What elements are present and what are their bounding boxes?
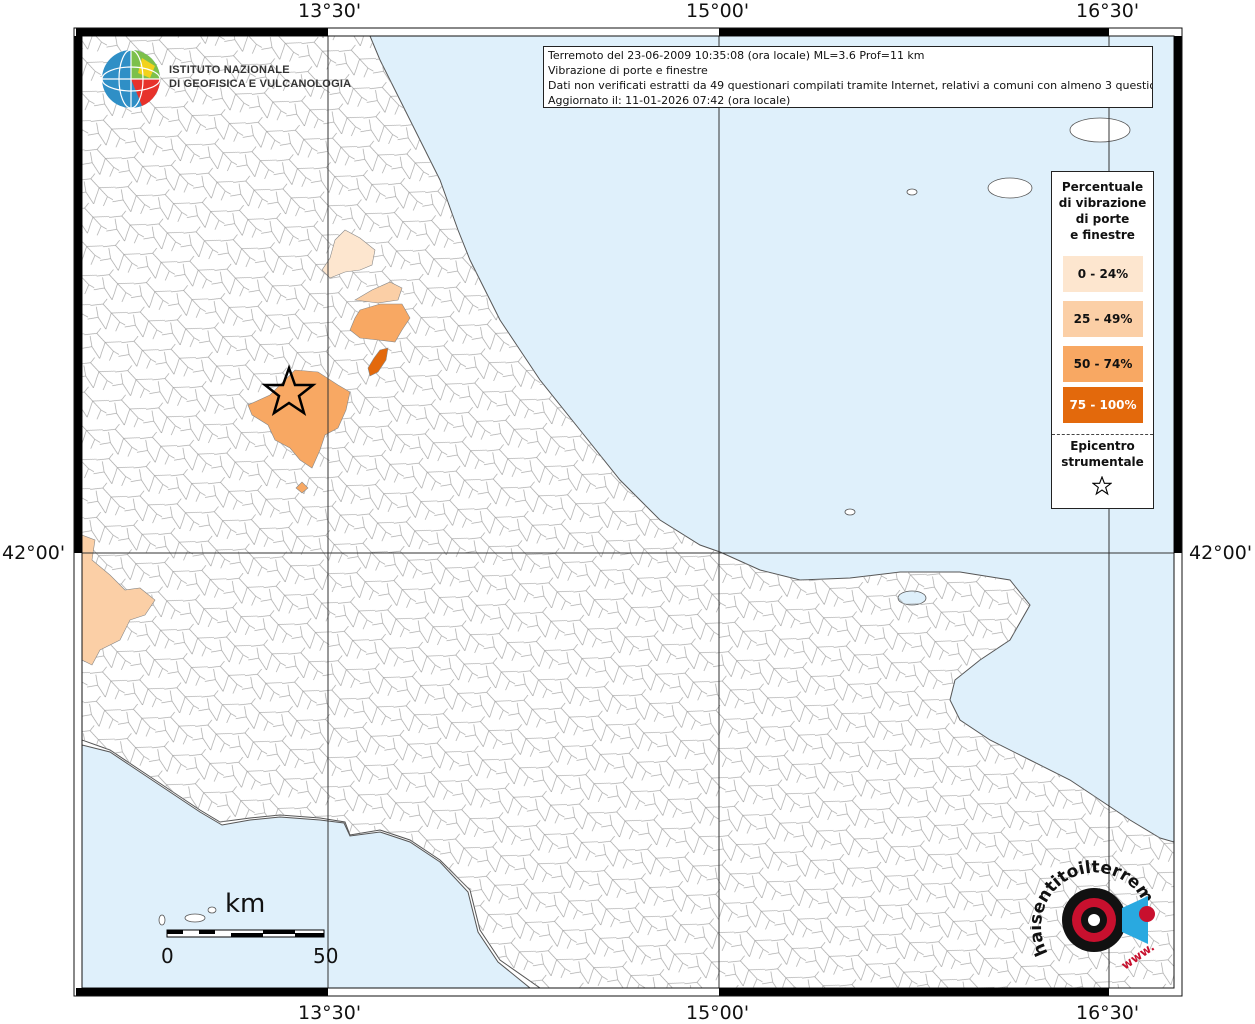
haisentito-logo-icon: haisentitoilterremoto.it www. xyxy=(1030,858,1158,973)
legend-title-line: Percentuale xyxy=(1061,180,1144,194)
legend-class-25-49: 25 - 49% xyxy=(1063,301,1143,337)
island xyxy=(987,177,1033,199)
ingv-line2: DI GEOFISICA E VULCANOLOGIA xyxy=(169,78,352,90)
coord-left: 42°00' xyxy=(2,542,66,564)
event-info-box: Terremoto del 23-06-2009 10:35:08 (ora l… xyxy=(543,46,1153,108)
event-line3: Dati non verificati estratti da 49 quest… xyxy=(548,79,1153,92)
island xyxy=(207,906,217,914)
star-outline-icon xyxy=(1092,476,1112,496)
island xyxy=(906,188,918,196)
coord-bottom-2: 15°00' xyxy=(686,1002,750,1024)
legend-epicentre-line: Epicentro xyxy=(1070,439,1135,453)
legend-divider xyxy=(1052,434,1153,435)
ingv-name: ISTITUTO NAZIONALE DI GEOFISICA E VULCAN… xyxy=(169,63,351,91)
ingv-line1: ISTITUTO NAZIONALE xyxy=(169,64,290,76)
legend-title-line: di porte xyxy=(1075,212,1130,226)
island xyxy=(1069,117,1131,143)
scale-unit: km xyxy=(225,889,266,919)
legend-class-75-100: 75 - 100% xyxy=(1063,387,1143,423)
event-line2: Vibrazione di porte e finestre xyxy=(548,64,708,77)
legend-class-50-74: 50 - 74% xyxy=(1063,346,1143,382)
event-line4: Aggiornato il: 11-01-2026 07:42 (ora loc… xyxy=(548,94,791,107)
coord-bottom-3: 16°30' xyxy=(1076,1002,1140,1024)
coord-top-2: 15°00' xyxy=(686,0,750,22)
scale-bar xyxy=(166,929,325,938)
legend: Percentuale di vibrazione di porte e fin… xyxy=(1051,171,1154,509)
legend-title-line: e finestre xyxy=(1070,228,1135,242)
scale-start: 0 xyxy=(161,944,174,968)
island xyxy=(158,914,166,926)
coord-bottom-1: 13°30' xyxy=(298,1002,362,1024)
event-line1: Terremoto del 23-06-2009 10:35:08 (ora l… xyxy=(548,49,925,62)
legend-epicentre-line: strumentale xyxy=(1061,455,1144,469)
coord-right: 42°00' xyxy=(1189,542,1253,564)
island xyxy=(844,508,856,516)
coord-top-3: 16°30' xyxy=(1076,0,1140,22)
coord-top-1: 13°30' xyxy=(298,0,362,22)
legend-title: Percentuale di vibrazione di porte e fin… xyxy=(1052,172,1153,243)
legend-class-0-24: 0 - 24% xyxy=(1063,256,1143,292)
scale-end: 50 xyxy=(313,944,339,968)
legend-epicentre-title: Epicentro strumentale xyxy=(1052,438,1153,470)
island xyxy=(184,913,206,923)
legend-title-line: di vibrazione xyxy=(1058,196,1147,210)
ingv-globe-icon xyxy=(101,49,161,109)
haisentito-www: www. xyxy=(1119,940,1157,973)
